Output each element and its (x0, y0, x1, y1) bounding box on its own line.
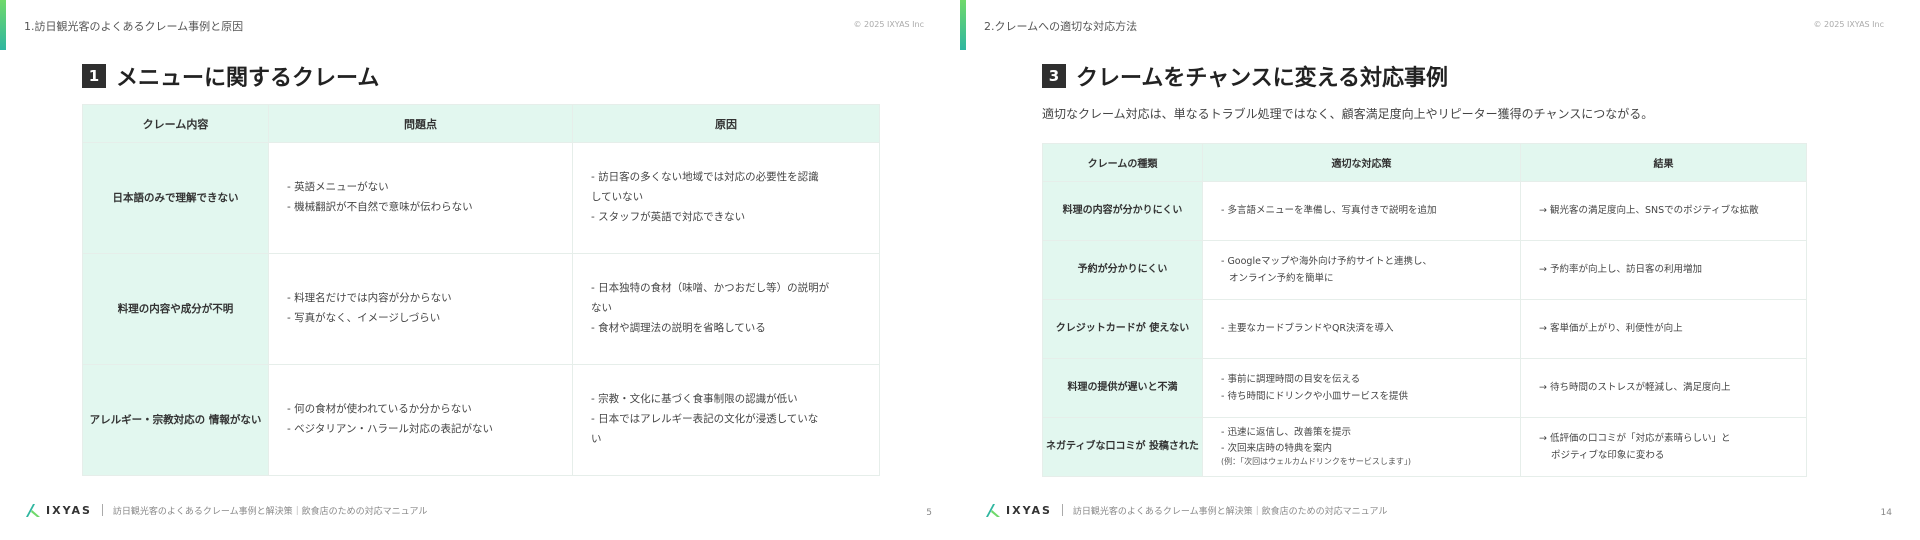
table-cell: - 日本独特の食材（味噌、かつおだし等）の説明が ない - 食材や調理法の説明を… (572, 253, 880, 365)
table-cell: - Googleマップや海外向け予約サイトと連携し、 オンライン予約を簡単に (1202, 240, 1521, 300)
table-cell: - 多言語メニューを準備し、写真付きで説明を追加 (1202, 181, 1521, 241)
table-row: ネガティブな口コミが 投稿された - 迅速に返信し、改善策を提示 - 次回来店時… (1042, 417, 1807, 477)
table-row: 料理の内容や成分が不明 - 料理名だけでは内容が分からない - 写真がなく、イメ… (82, 253, 880, 365)
section-label: 2.クレームへの適切な対応方法 (984, 20, 1138, 33)
table-cell: → 待ち時間のストレスが軽減し、満足度向上 (1520, 358, 1807, 418)
title-number-badge: 3 (1042, 64, 1066, 88)
footer-text: 訪日観光客のよくあるクレーム事例と解決策｜飲食店のための対応マニュアル (1072, 506, 1388, 517)
table-cell: - 迅速に返信し、改善策を提示 - 次回来店時の特典を案内 (例：「次回はウェル… (1202, 417, 1521, 477)
company-logo: IXYAS (984, 502, 1052, 518)
footer: IXYAS 訪日観光客のよくあるクレーム事例と解決策｜飲食店のための対応マニュア… (984, 502, 1387, 518)
table-cell: - 主要なカードブランドやQR決済を導入 (1202, 299, 1521, 359)
response-table: クレームの種類 適切な対応策 結果 料理の内容が分かりにくい - 多言語メニュー… (1042, 143, 1807, 477)
logo-mark-icon (26, 504, 40, 517)
row-header: 料理の内容が分かりにくい (1042, 181, 1203, 241)
footer: IXYAS 訪日観光客のよくあるクレーム事例と解決策｜飲食店のための対応マニュア… (24, 502, 427, 518)
slide-complaint-opportunity: 2.クレームへの適切な対応方法 © 2025 IXYAS Inc 3 クレームを… (960, 0, 1920, 540)
table-row: アレルギー・宗教対応の 情報がない - 何の食材が使われているか分からない - … (82, 364, 880, 476)
copyright: © 2025 IXYAS Inc (853, 20, 924, 29)
slide-menu-complaints: 1.訪日観光客のよくあるクレーム事例と原因 © 2025 IXYAS Inc 1… (0, 0, 960, 540)
column-header: 問題点 (268, 104, 573, 143)
row-header: 料理の内容や成分が不明 (82, 253, 269, 365)
column-header: クレーム内容 (82, 104, 269, 143)
page-number: 14 (1880, 508, 1892, 518)
table-row: 日本語のみで理解できない - 英語メニューがない - 機械翻訳が不自然で意味が伝… (82, 142, 880, 254)
table-row: クレジットカードが 使えない - 主要なカードブランドやQR決済を導入 → 客単… (1042, 299, 1807, 359)
title-text: クレームをチャンスに変える対応事例 (1076, 66, 1449, 91)
accent-bar (0, 0, 6, 50)
footer-divider (1061, 504, 1063, 516)
page-subtitle: 適切なクレーム対応は、単なるトラブル処理ではなく、顧客満足度向上やリピーター獲得… (1042, 107, 1654, 121)
accent-bar (960, 0, 966, 50)
page-title: 1 メニューに関するクレーム (82, 60, 379, 92)
table-cell: - 英語メニューがない - 機械翻訳が不自然で意味が伝わらない (268, 142, 573, 254)
page-title: 3 クレームをチャンスに変える対応事例 (1042, 60, 1448, 92)
table-cell: - 事前に調理時間の目安を伝える - 待ち時間にドリンクや小皿サービスを提供 (1202, 358, 1521, 418)
page-number: 5 (926, 508, 932, 518)
table-cell: → 観光客の満足度向上、SNSでのポジティブな拡散 (1520, 181, 1807, 241)
column-header: 結果 (1520, 143, 1807, 182)
logo-mark-icon (986, 504, 1000, 517)
column-header: 適切な対応策 (1202, 143, 1521, 182)
table-cell: → 予約率が向上し、訪日客の利用増加 (1520, 240, 1807, 300)
row-header: クレジットカードが 使えない (1042, 299, 1203, 359)
table-row: 予約が分かりにくい - Googleマップや海外向け予約サイトと連携し、 オンラ… (1042, 240, 1807, 300)
title-number-badge: 1 (82, 64, 106, 88)
footer-divider (101, 504, 103, 516)
table-row: 料理の内容が分かりにくい - 多言語メニューを準備し、写真付きで説明を追加 → … (1042, 181, 1807, 241)
row-header: アレルギー・宗教対応の 情報がない (82, 364, 269, 476)
table-cell: → 客単価が上がり、利便性が向上 (1520, 299, 1807, 359)
table-cell: - 料理名だけでは内容が分からない - 写真がなく、イメージしづらい (268, 253, 573, 365)
column-header: 原因 (572, 104, 880, 143)
table-row: 料理の提供が遅いと不満 - 事前に調理時間の目安を伝える - 待ち時間にドリンク… (1042, 358, 1807, 418)
row-header: 料理の提供が遅いと不満 (1042, 358, 1203, 418)
table-cell: - 宗教・文化に基づく食事制限の認識が低い - 日本ではアレルギー表記の文化が浸… (572, 364, 880, 476)
table-cell: - 何の食材が使われているか分からない - ベジタリアン・ハラール対応の表記がな… (268, 364, 573, 476)
table-header-row: クレームの種類 適切な対応策 結果 (1042, 143, 1807, 182)
table-header-row: クレーム内容 問題点 原因 (82, 104, 880, 143)
table-cell: → 低評価の口コミが「対応が素晴らしい」と ポジティブな印象に変わる (1520, 417, 1807, 477)
row-header: 日本語のみで理解できない (82, 142, 269, 254)
copyright: © 2025 IXYAS Inc (1813, 20, 1884, 29)
section-label: 1.訪日観光客のよくあるクレーム事例と原因 (24, 20, 244, 33)
title-text: メニューに関するクレーム (116, 66, 380, 91)
row-header: 予約が分かりにくい (1042, 240, 1203, 300)
footer-text: 訪日観光客のよくあるクレーム事例と解決策｜飲食店のための対応マニュアル (112, 506, 428, 517)
column-header: クレームの種類 (1042, 143, 1203, 182)
table-cell: - 訪日客の多くない地域では対応の必要性を認識 していない - スタッフが英語で… (572, 142, 880, 254)
row-header: ネガティブな口コミが 投稿された (1042, 417, 1203, 477)
company-logo: IXYAS (24, 502, 92, 518)
complaint-table: クレーム内容 問題点 原因 日本語のみで理解できない - 英語メニューがない -… (82, 104, 880, 476)
